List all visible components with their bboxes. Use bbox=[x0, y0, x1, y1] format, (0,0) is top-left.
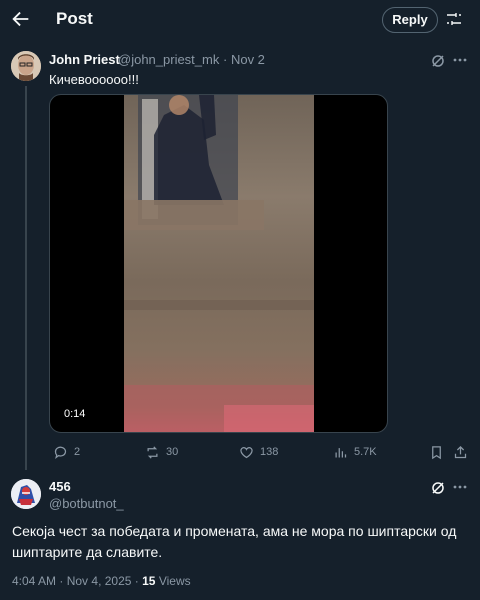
video-duration: 0:14 bbox=[64, 408, 86, 420]
repost-count: 30 bbox=[166, 446, 179, 458]
post-full-date[interactable]: Nov 4, 2025 bbox=[67, 574, 132, 588]
grok-icon[interactable] bbox=[430, 53, 446, 69]
author-name[interactable]: 456 bbox=[49, 479, 71, 494]
post-date[interactable]: Nov 2 bbox=[231, 52, 265, 67]
views-label: Views bbox=[158, 574, 191, 588]
share-icon bbox=[454, 445, 467, 458]
repost-action[interactable]: 30 bbox=[145, 444, 178, 460]
repost-icon bbox=[147, 445, 158, 459]
avatar[interactable] bbox=[11, 51, 41, 81]
author-handle[interactable]: @john_priest_mk bbox=[118, 52, 219, 67]
video-thumbnail bbox=[124, 95, 314, 432]
author-meta: @john_priest_mk · Nov 2 bbox=[118, 52, 265, 67]
reply-action[interactable]: 2 bbox=[53, 444, 80, 460]
reply-button[interactable]: Reply bbox=[382, 7, 438, 33]
share-action[interactable] bbox=[453, 444, 468, 460]
reply-text: Секоја чест за победата и промената, ама… bbox=[12, 523, 457, 560]
sliders-icon[interactable] bbox=[446, 11, 462, 27]
views-count: 5.7K bbox=[354, 446, 377, 458]
arrow-left-icon[interactable] bbox=[10, 8, 32, 30]
meta-separator: · bbox=[222, 52, 228, 67]
views-count: 15 bbox=[142, 574, 156, 588]
post-text: Кичевоооооо!!! bbox=[49, 72, 139, 87]
post-time[interactable]: 4:04 AM bbox=[12, 574, 56, 588]
heart-icon bbox=[240, 446, 253, 458]
video-player[interactable]: 0:14 bbox=[49, 94, 388, 433]
like-action[interactable]: 138 bbox=[239, 444, 278, 460]
action-bar: 2 30 138 5.7K bbox=[49, 444, 469, 460]
timestamp-separator: · bbox=[59, 574, 64, 588]
reply-count: 2 bbox=[74, 446, 81, 458]
page-title: Post bbox=[56, 9, 93, 28]
thread-line bbox=[25, 86, 27, 470]
top-bar: Post Reply bbox=[0, 0, 480, 40]
views-action[interactable]: 5.7K bbox=[333, 444, 377, 460]
more-icon[interactable] bbox=[452, 479, 468, 495]
reply-icon bbox=[54, 446, 67, 459]
author-name[interactable]: John Priest bbox=[49, 52, 120, 67]
grok-icon[interactable] bbox=[430, 480, 446, 496]
more-icon[interactable] bbox=[452, 52, 468, 68]
author-handle[interactable]: @botbutnot_ bbox=[49, 496, 124, 511]
like-count: 138 bbox=[260, 446, 279, 458]
timestamp-separator: · bbox=[134, 574, 139, 588]
bookmark-action[interactable] bbox=[429, 444, 444, 460]
analytics-icon bbox=[335, 447, 347, 457]
post-timestamp: 4:04 AM · Nov 4, 2025 · 15 Views bbox=[12, 574, 191, 588]
avatar[interactable] bbox=[11, 479, 41, 509]
bookmark-icon bbox=[432, 445, 441, 459]
